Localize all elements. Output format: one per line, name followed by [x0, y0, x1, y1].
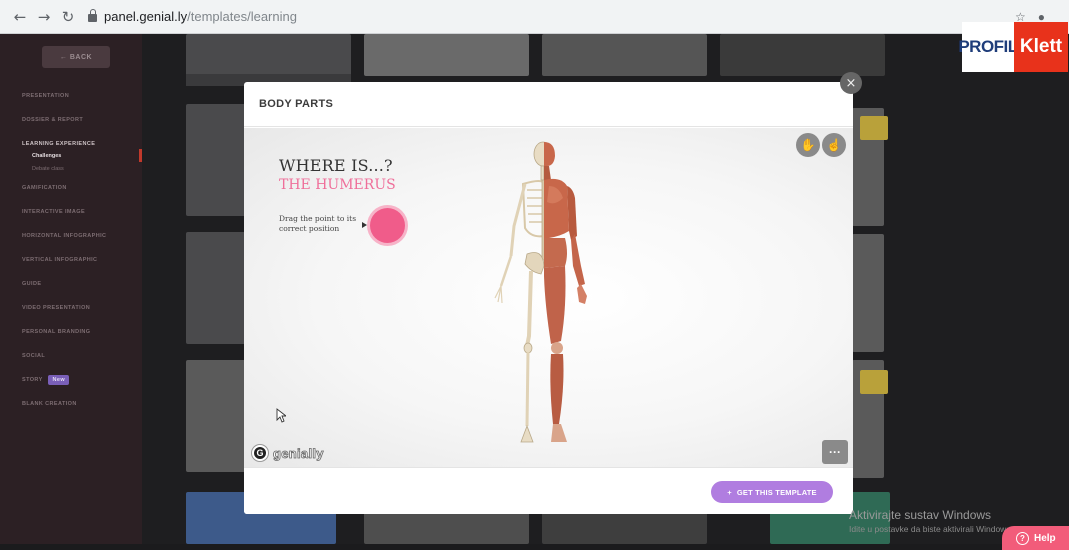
sidebar: ← BACK PRESENTATION DOSSIER & REPORT LEA…: [0, 34, 142, 544]
genially-wordmark: genially: [273, 445, 324, 461]
url-path: /templates/learning: [187, 9, 297, 24]
close-icon[interactable]: ×: [840, 72, 862, 94]
sidebar-item-video-presentation[interactable]: VIDEO PRESENTATION: [22, 296, 140, 320]
question-subject: THE HUMERUS: [279, 177, 396, 193]
address-bar[interactable]: panel.genial.ly/templates/learning: [88, 6, 297, 28]
sidebar-item-dossier[interactable]: DOSSIER & REPORT: [22, 108, 140, 132]
modal-header: BODY PARTS: [244, 82, 853, 127]
help-button[interactable]: ? Help: [1002, 526, 1069, 550]
sidebar-item-social[interactable]: SOCIAL: [22, 344, 140, 368]
get-template-button[interactable]: + GET THIS TEMPLATE: [711, 481, 833, 503]
template-card[interactable]: [852, 234, 884, 352]
template-card[interactable]: [720, 34, 885, 76]
sidebar-item-interactive-image[interactable]: INTERACTIVE IMAGE: [22, 200, 140, 224]
mouse-cursor-icon: [276, 408, 286, 423]
sidebar-menu: PRESENTATION DOSSIER & REPORT LEARNING E…: [22, 84, 140, 416]
reload-icon[interactable]: ↻: [58, 7, 78, 27]
template-preview-modal: BODY PARTS WHERE IS...? THE HUMERUS Drag…: [244, 82, 853, 514]
sidebar-subitem-debate[interactable]: Debate class: [22, 163, 140, 176]
genially-logo: G genially: [252, 445, 324, 461]
modal-title: BODY PARTS: [259, 98, 334, 110]
pointer-arrow-icon: [362, 222, 367, 228]
hand-pointer-icon[interactable]: ☝: [822, 133, 846, 157]
sidebar-item-vertical-infographic[interactable]: VERTICAL INFOGRAPHIC: [22, 248, 140, 272]
template-card[interactable]: [364, 512, 529, 544]
drag-instruction: Drag the point to its correct position: [279, 214, 357, 233]
template-badge: [860, 116, 888, 140]
back-button-label: BACK: [69, 53, 93, 61]
sidebar-item-blank-creation[interactable]: BLANK CREATION: [22, 392, 140, 416]
sidebar-item-gamification[interactable]: GAMIFICATION: [22, 176, 140, 200]
question-title: WHERE IS...?: [279, 156, 393, 175]
modal-footer: + GET THIS TEMPLATE: [244, 467, 853, 514]
genially-g-icon: G: [252, 445, 268, 461]
profil-klett-logo: PROFIL Klett: [958, 22, 1068, 72]
get-template-label: GET THIS TEMPLATE: [736, 487, 817, 497]
sidebar-item-story[interactable]: STORY New: [22, 368, 140, 392]
more-options-button[interactable]: ···: [822, 440, 848, 464]
sidebar-item-personal-branding[interactable]: PERSONAL BRANDING: [22, 320, 140, 344]
hand-grab-icon[interactable]: ✋: [796, 133, 820, 157]
anatomy-figure: [494, 141, 587, 443]
template-card[interactable]: [186, 360, 246, 472]
question-icon: ?: [1016, 531, 1029, 545]
new-badge: New: [48, 375, 69, 385]
template-card[interactable]: [186, 34, 351, 86]
template-card[interactable]: [542, 34, 707, 76]
back-button[interactable]: ← BACK: [42, 46, 110, 68]
sidebar-item-story-label: STORY: [22, 377, 43, 383]
template-card[interactable]: [542, 512, 707, 544]
sidebar-item-guide[interactable]: GUIDE: [22, 272, 140, 296]
browser-toolbar: ← → ↻ panel.genial.ly/templates/learning…: [0, 0, 1069, 34]
lock-icon: [88, 9, 97, 22]
logo-klett: Klett: [1014, 22, 1068, 72]
template-preview: WHERE IS...? THE HUMERUS Drag the point …: [244, 128, 853, 467]
url-domain: panel.genial.ly: [104, 9, 188, 24]
sidebar-item-presentation[interactable]: PRESENTATION: [22, 84, 140, 108]
template-card[interactable]: [186, 104, 246, 216]
template-badge: [860, 370, 888, 394]
forward-arrow-icon[interactable]: →: [34, 7, 54, 27]
help-label: Help: [1034, 532, 1056, 544]
back-arrow-icon[interactable]: ←: [10, 7, 30, 27]
logo-profil: PROFIL: [958, 22, 1018, 72]
back-chevron-icon: ←: [59, 53, 70, 61]
plus-icon: +: [727, 487, 732, 497]
template-card[interactable]: [364, 34, 529, 76]
template-card[interactable]: [186, 232, 246, 344]
drag-point[interactable]: [370, 208, 405, 243]
sidebar-item-horizontal-infographic[interactable]: HORIZONTAL INFOGRAPHIC: [22, 224, 140, 248]
windows-activation-title: Aktivirajte sustav Windows: [849, 508, 992, 522]
